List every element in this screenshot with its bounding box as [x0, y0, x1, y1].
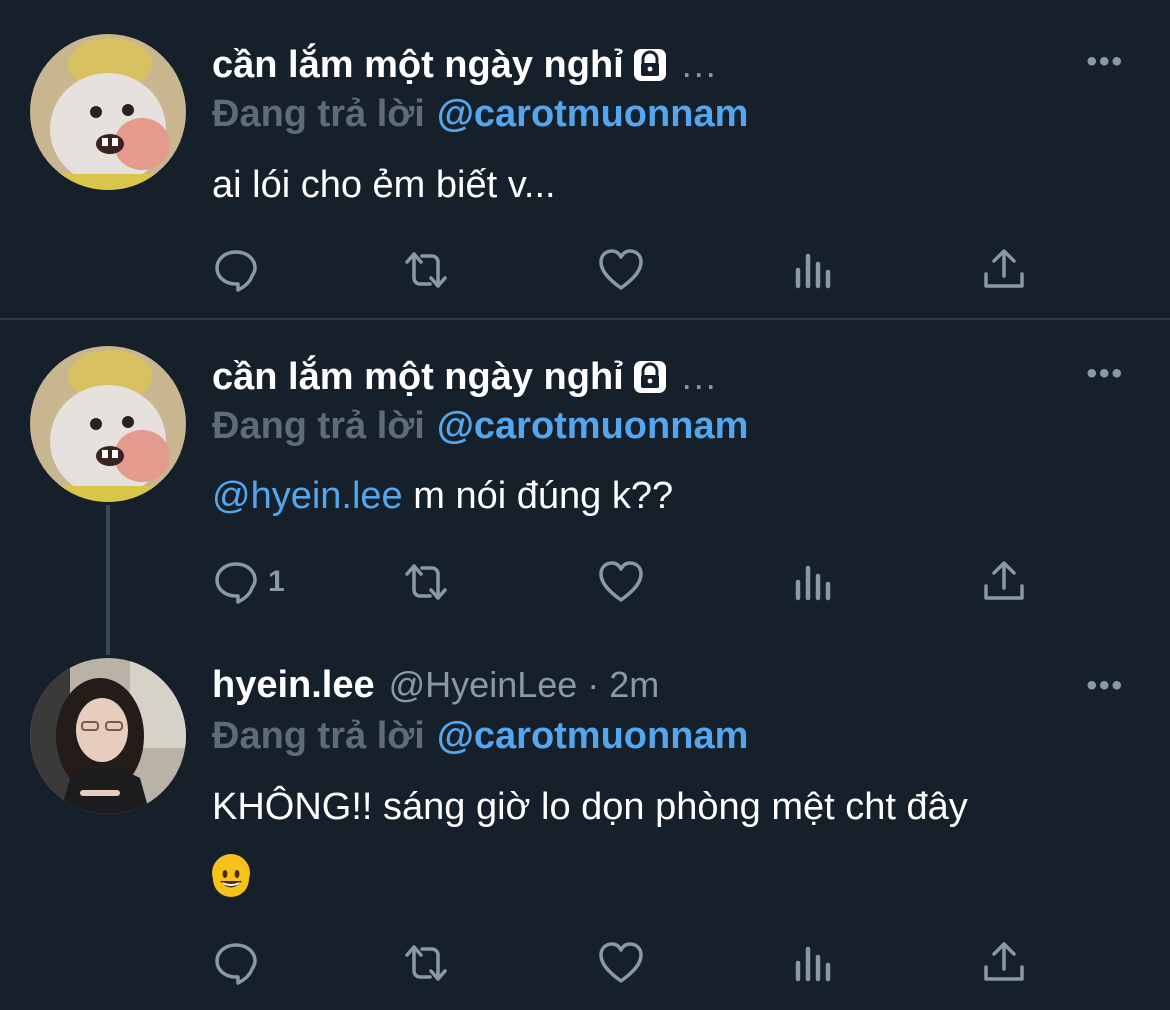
reply-context-label: Đang trả lời: [212, 92, 425, 135]
share-icon: [984, 249, 1024, 288]
display-name[interactable]: hyein.lee: [212, 664, 375, 707]
action-bar: 1: [212, 557, 1112, 607]
reply-icon: [215, 250, 257, 292]
reply-context-handle[interactable]: @carotmuonnam: [437, 405, 749, 448]
like-button[interactable]: [597, 245, 645, 295]
share-button[interactable]: [980, 557, 1028, 607]
reply-context-handle[interactable]: @carotmuonnam: [437, 715, 749, 758]
retweet-icon: [405, 252, 447, 288]
reply-button[interactable]: [212, 938, 260, 988]
avatar-image: [30, 346, 186, 502]
heart-icon: [599, 942, 643, 983]
share-icon: [984, 561, 1024, 600]
lock-icon: [632, 359, 668, 395]
display-name[interactable]: cần lắm một ngày nghỉ: [212, 356, 624, 399]
reply-icon: [215, 943, 257, 985]
analytics-icon: [795, 946, 831, 982]
tweet-2[interactable]: cần lắm một ngày nghỉ ... ••• Đang trả l…: [0, 320, 1170, 650]
more-options-icon[interactable]: •••: [1086, 359, 1124, 389]
views-button[interactable]: [790, 245, 838, 295]
tweet-text-content: ai lói cho ẻm biết v...: [212, 164, 556, 206]
tweet-text-content: KHÔNG!! sáng giờ lo dọn phòng mệt cht đâ…: [212, 786, 968, 828]
retweet-icon: [405, 945, 447, 981]
analytics-icon: [795, 253, 831, 289]
more-options-icon[interactable]: •••: [1086, 671, 1124, 701]
avatar[interactable]: [30, 346, 186, 502]
tweet-text: ai lói cho ẻm biết v...: [212, 153, 1132, 217]
retweet-button[interactable]: [402, 557, 450, 607]
tweet-text: @hyein.lee m nói đúng k??: [212, 464, 1132, 528]
share-button[interactable]: [980, 245, 1028, 295]
like-button[interactable]: [597, 557, 645, 607]
tweet-1[interactable]: cần lắm một ngày nghỉ ... ••• Đang trả l…: [0, 0, 1170, 318]
views-button[interactable]: [790, 938, 838, 988]
tweet-text-content: m nói đúng k??: [413, 475, 674, 517]
views-button[interactable]: [790, 557, 838, 607]
like-button[interactable]: [597, 938, 645, 988]
avatar[interactable]: [30, 34, 186, 190]
truncated-meta: ...: [681, 44, 718, 85]
heart-icon: [599, 561, 643, 602]
reply-context-label: Đang trả lời: [212, 714, 425, 757]
lock-icon: [632, 47, 668, 83]
truncated-meta: ...: [681, 356, 718, 397]
reply-button[interactable]: 1: [212, 557, 285, 607]
heart-icon: [599, 249, 643, 290]
reply-icon: [215, 562, 257, 604]
username-and-time[interactable]: @HyeinLee · 2m: [389, 664, 660, 706]
retweet-button[interactable]: [402, 938, 450, 988]
thread-connector-line: [106, 505, 110, 655]
reply-context-handle[interactable]: @carotmuonnam: [437, 93, 749, 136]
action-bar: [212, 245, 1112, 295]
retweet-button[interactable]: [402, 245, 450, 295]
avatar[interactable]: [30, 658, 186, 814]
more-options-icon[interactable]: •••: [1086, 47, 1124, 77]
retweet-icon: [405, 564, 447, 600]
mention-link[interactable]: @hyein.lee: [212, 475, 403, 517]
share-icon: [984, 942, 1024, 981]
reply-count: 1: [268, 565, 285, 598]
reply-context-label: Đang trả lời: [212, 404, 425, 447]
smiley-emoji: [212, 853, 250, 897]
tweet-3[interactable]: hyein.lee @HyeinLee · 2m ••• Đang trả lờ…: [0, 650, 1170, 1010]
display-name[interactable]: cần lắm một ngày nghỉ: [212, 44, 624, 87]
reply-button[interactable]: [212, 245, 260, 295]
action-bar: [212, 938, 1112, 988]
share-button[interactable]: [980, 938, 1028, 988]
analytics-icon: [795, 565, 831, 601]
avatar-image: [30, 34, 186, 190]
tweet-text: KHÔNG!! sáng giờ lo dọn phòng mệt cht đâ…: [212, 775, 1132, 903]
avatar-image: [30, 658, 186, 814]
